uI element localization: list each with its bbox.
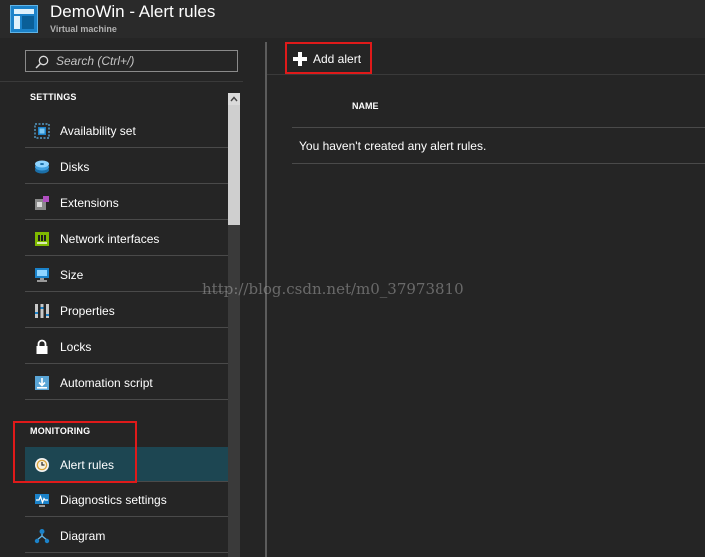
column-header-name[interactable]: NAME — [352, 101, 379, 111]
search-input[interactable] — [56, 52, 234, 70]
extensions-icon — [35, 196, 49, 210]
search-icon — [35, 55, 49, 69]
menu-item-locks[interactable]: Locks — [25, 329, 228, 364]
menu-item-diagram[interactable]: Diagram — [25, 518, 228, 553]
disks-icon — [35, 160, 49, 174]
menu-scrollbar[interactable] — [228, 93, 240, 557]
search-box[interactable] — [25, 50, 238, 72]
network-interfaces-icon — [35, 232, 49, 246]
plus-icon — [293, 52, 307, 66]
menu-item-label: Diagnostics settings — [60, 493, 167, 507]
highlight-box-monitoring — [13, 421, 137, 483]
menu-item-label: Locks — [60, 340, 92, 354]
menu-item-properties[interactable]: Properties — [25, 293, 228, 328]
menu-item-label: Disks — [60, 160, 90, 174]
menu-item-label: Extensions — [60, 196, 119, 210]
diagnostics-icon — [35, 494, 49, 507]
blade-header: DemoWin - Alert rules Virtual machine — [0, 0, 705, 38]
menu-item-extensions[interactable]: Extensions — [25, 185, 228, 220]
toolbar-divider — [267, 74, 705, 75]
table-header-divider — [292, 127, 705, 128]
menu-item-label: Size — [60, 268, 84, 282]
size-icon — [35, 268, 49, 282]
add-alert-label: Add alert — [313, 52, 362, 66]
automation-script-icon — [35, 376, 49, 390]
availability-set-icon — [34, 123, 50, 139]
menu-item-size[interactable]: Size — [25, 257, 228, 292]
menu-item-network-interfaces[interactable]: Network interfaces — [25, 221, 228, 256]
properties-icon — [35, 304, 49, 318]
menu-item-label: Network interfaces — [60, 232, 160, 246]
scrollbar-thumb[interactable] — [228, 105, 240, 225]
diagram-icon — [34, 529, 50, 544]
empty-state-message: You haven't created any alert rules. — [299, 139, 487, 153]
menu-item-label: Diagram — [60, 529, 106, 543]
divider — [0, 81, 243, 82]
page-subtitle: Virtual machine — [50, 24, 117, 34]
menu-item-label: Properties — [60, 304, 115, 318]
add-alert-button[interactable]: Add alert — [285, 42, 372, 74]
menu-item-label: Automation script — [60, 376, 153, 390]
page-title: DemoWin - Alert rules — [50, 2, 216, 21]
chevron-up-icon — [230, 96, 238, 102]
menu-item-diagnostics-settings[interactable]: Diagnostics settings — [25, 482, 228, 517]
menu-item-availability-set[interactable]: Availability set — [25, 113, 228, 148]
virtual-machine-icon — [10, 5, 38, 33]
menu-item-automation-script[interactable]: Automation script — [25, 365, 228, 400]
section-header-settings: SETTINGS — [30, 92, 77, 102]
table-row-divider — [292, 163, 705, 164]
menu-item-disks[interactable]: Disks — [25, 149, 228, 184]
blade-separator — [265, 42, 267, 557]
menu-item-label: Availability set — [60, 124, 136, 138]
watermark: http://blog.csdn.net/m0_37973810 — [202, 280, 464, 298]
scroll-up-button[interactable] — [228, 93, 240, 105]
lock-icon — [36, 339, 48, 354]
